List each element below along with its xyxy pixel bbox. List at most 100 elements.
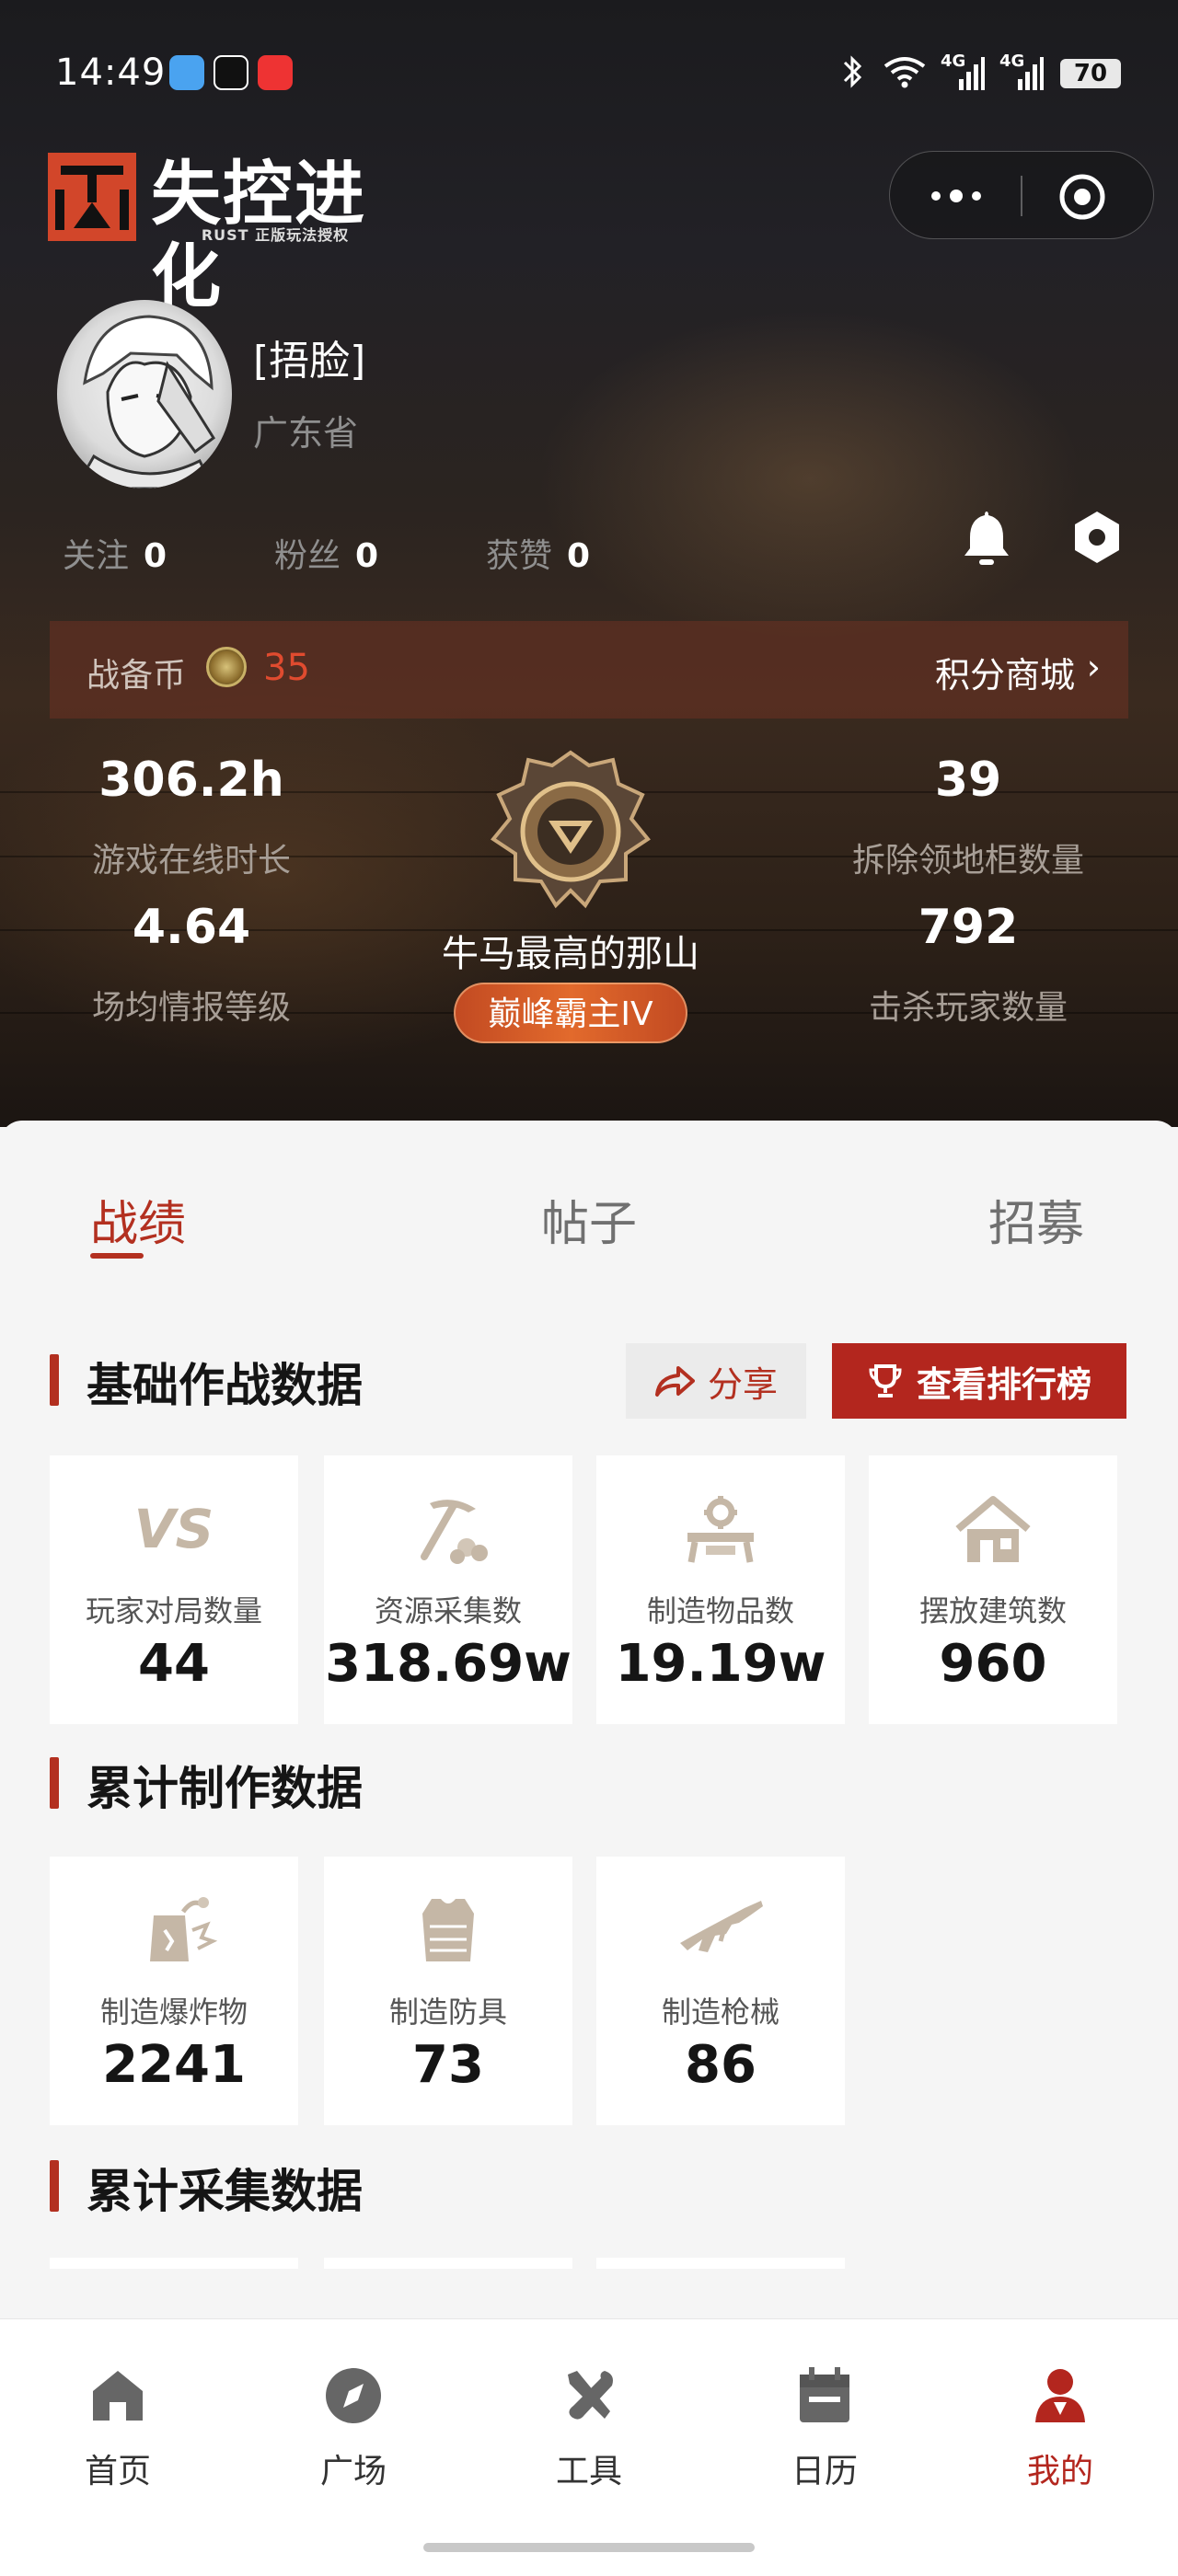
nav-mine[interactable]: 我的 — [968, 2363, 1152, 2492]
cabinets-value: 39 — [934, 753, 1002, 808]
card-value: 960 — [939, 1634, 1047, 1694]
armor-vest-icon — [422, 1899, 474, 1961]
weather-app-icon — [169, 55, 204, 90]
stat-card-armor: 制造防具 73 — [324, 1857, 572, 2125]
section-gather-title: 累计采集数据 — [50, 2155, 363, 2221]
stat-card-gathered: 资源采集数 318.69w — [324, 1455, 572, 1724]
stat-card-firearms: 制造枪械 86 — [596, 1857, 845, 2125]
intel-level-value: 4.64 — [132, 900, 251, 955]
signal-icon — [959, 57, 985, 90]
nav-home[interactable]: 首页 — [26, 2363, 210, 2492]
coin-bar: 战备币 35 积分商城 › — [50, 621, 1128, 719]
gather-card-stub — [50, 2258, 298, 2269]
share-label: 分享 — [707, 1363, 778, 1405]
stat-card-buildings: 摆放建筑数 960 — [869, 1455, 1117, 1724]
tools-icon — [568, 2371, 613, 2420]
cabinets-label: 拆除领地柜数量 — [851, 842, 1084, 880]
fans-count[interactable]: 粉丝 0 — [274, 529, 486, 577]
calendar-icon — [800, 2367, 849, 2422]
rank-badge-icon — [491, 750, 651, 909]
fans-label: 粉丝 — [274, 537, 341, 575]
status-bar: 14:49 4G 4G 70 — [0, 0, 1178, 147]
kills-label: 击杀玩家数量 — [868, 989, 1068, 1027]
points-mall-link[interactable]: 积分商城 — [935, 647, 1075, 697]
compass-icon — [326, 2368, 381, 2423]
social-counts: 关注 0 粉丝 0 获赞 0 — [63, 529, 698, 577]
share-icon — [654, 1366, 695, 1397]
card-label: 制造枪械 — [661, 1995, 780, 2030]
card-value: 19.19w — [615, 1634, 826, 1694]
section-craft-title: 累计制作数据 — [50, 1752, 363, 1818]
nav-mine-label: 我的 — [1026, 2453, 1093, 2490]
nav-tools[interactable]: 工具 — [497, 2363, 681, 2492]
card-label: 制造防具 — [388, 1995, 507, 2030]
bottom-nav: 首页 广场 工具 日历 我的 — [0, 2318, 1178, 2576]
likes-label: 获赞 — [486, 537, 553, 575]
card-label: 资源采集数 — [374, 1593, 522, 1628]
workbench-icon — [687, 1496, 754, 1563]
vs-icon: VS — [133, 1498, 214, 1560]
tab-record[interactable]: 战绩 — [90, 1185, 186, 1254]
nav-plaza-label: 广场 — [319, 2453, 387, 2490]
profile-icon — [1035, 2369, 1085, 2422]
likes-value: 0 — [567, 537, 591, 575]
signal-icon — [1018, 57, 1044, 90]
app-logo: 失控进化 RUST 正版玩法授权 — [48, 153, 416, 317]
likes-count[interactable]: 获赞 0 — [486, 529, 698, 577]
stat-card-crafted: 制造物品数 19.19w — [596, 1455, 845, 1724]
rank-tier-badge: 巅峰霸主IV — [454, 983, 687, 1043]
pickaxe-icon — [421, 1500, 488, 1564]
status-time: 14:49 — [55, 52, 167, 94]
coin-label: 战备币 — [87, 657, 187, 695]
gather-card-stub — [596, 2258, 845, 2269]
more-dots-icon[interactable] — [929, 185, 984, 207]
card-value: 318.69w — [325, 1634, 572, 1694]
username: [捂脸] — [253, 338, 366, 385]
game-app-icon — [258, 55, 293, 90]
target-close-icon[interactable] — [1057, 172, 1107, 222]
region: 广东省 — [253, 413, 359, 454]
capsule-divider — [1021, 176, 1022, 216]
tab-posts[interactable]: 帖子 — [541, 1185, 637, 1254]
nav-calendar-label: 日历 — [791, 2453, 858, 2490]
kills-value: 792 — [918, 900, 1019, 955]
intel-level-label: 场均情报等级 — [91, 989, 291, 1027]
card-label: 制造爆炸物 — [99, 1995, 248, 2030]
settings-hex-icon[interactable] — [1068, 508, 1126, 567]
nav-plaza[interactable]: 广场 — [261, 2363, 445, 2492]
battery-indicator: 70 — [1060, 59, 1121, 88]
logo-subtitle: RUST 正版玩法授权 — [201, 226, 350, 244]
following-count[interactable]: 关注 0 — [63, 529, 274, 577]
nav-tools-label: 工具 — [555, 2453, 622, 2490]
bell-icon[interactable] — [959, 508, 1014, 567]
avatar[interactable] — [57, 300, 232, 489]
wifi-icon — [884, 57, 926, 88]
stat-card-explosives: 制造爆炸物 2241 — [50, 1857, 298, 2125]
card-label: 玩家对局数量 — [85, 1593, 262, 1628]
nav-home-label: 首页 — [84, 2453, 151, 2490]
home-indicator[interactable] — [423, 2543, 755, 2552]
coin-value: 35 — [263, 647, 310, 689]
card-label: 制造物品数 — [646, 1593, 794, 1628]
card-value: 2241 — [102, 2035, 246, 2095]
logo-mark-icon — [48, 153, 136, 241]
content-panel: 战绩 帖子 招募 基础作战数据 分享 查看排行榜 VS 玩家对局数量 44 资源… — [0, 1121, 1178, 2317]
rank-name: 牛马最高的那山 — [442, 933, 699, 975]
card-value: 73 — [412, 2035, 484, 2095]
following-label: 关注 — [63, 537, 130, 575]
rifle-icon — [680, 1901, 763, 1952]
nav-calendar[interactable]: 日历 — [733, 2363, 917, 2492]
online-time-label: 游戏在线时长 — [91, 842, 291, 880]
mini-program-capsule — [889, 151, 1154, 239]
share-button[interactable]: 分享 — [626, 1343, 806, 1419]
tiktok-app-icon — [214, 55, 248, 90]
leaderboard-button[interactable]: 查看排行榜 — [832, 1343, 1126, 1419]
card-value: 44 — [138, 1634, 210, 1694]
chevron-right-icon[interactable]: › — [1087, 647, 1101, 687]
profile-hero: 14:49 4G 4G 70 失控进化 RUST 正版玩法授权 [捂脸] 广东省… — [0, 0, 1178, 1127]
home-icon — [93, 2371, 143, 2421]
stat-card-matches: VS 玩家对局数量 44 — [50, 1455, 298, 1724]
coin-icon — [206, 647, 247, 687]
card-value: 86 — [685, 2035, 756, 2095]
tab-recruit[interactable]: 招募 — [988, 1185, 1084, 1254]
